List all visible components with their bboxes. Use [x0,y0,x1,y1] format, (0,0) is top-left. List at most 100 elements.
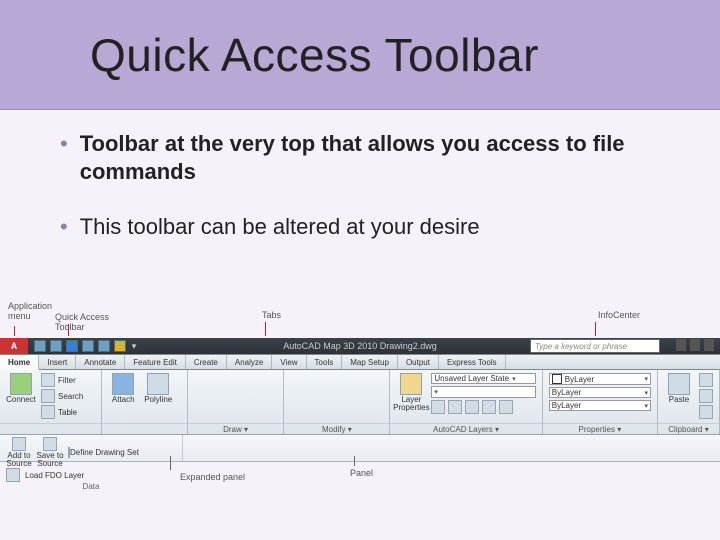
ribbon-expanded-row: Add to Source Save to Source Define Draw… [0,435,720,462]
tab-analyze[interactable]: Analyze [227,355,272,369]
tab-express-tools[interactable]: Express Tools [439,355,506,369]
chevron-down-icon: ▾ [645,375,649,383]
layer-icon[interactable] [482,400,496,414]
window-titlebar: A ▾ AutoCAD Map 3D 2010 Drawing2.dwg Typ… [0,338,720,354]
pointer-line [170,456,171,470]
pointer-line [68,324,69,336]
help-icon[interactable] [704,339,714,351]
tab-feature-edit[interactable]: Feature Edit [125,355,186,369]
layer-dropdown[interactable]: ▾ [431,386,535,398]
panel-modify: Modify ▾ [284,370,390,434]
label-panel: Panel [350,468,373,478]
copy-clip-icon[interactable] [699,389,713,403]
qat-dropdown-icon[interactable]: ▾ [130,340,138,352]
bullet-text-2: This toolbar can be altered at your desi… [80,213,480,241]
save-to-source-icon [43,437,57,451]
layer-state-dropdown[interactable]: Unsaved Layer State▾ [431,373,535,384]
layer-icon[interactable] [431,400,445,414]
polyline-icon [147,373,169,395]
ribbon-tabs: Home Insert Annotate Feature Edit Create… [0,354,720,370]
chevron-down-icon: ▾ [645,402,649,410]
pointer-line [265,322,266,336]
pointer-line [354,456,355,466]
table-button[interactable]: Table [41,405,83,419]
open-icon[interactable] [50,340,62,352]
label-expanded-panel: Expanded panel [180,472,245,482]
attach-icon [112,373,134,395]
chevron-down-icon: ▾ [434,388,438,396]
connect-icon [10,373,32,395]
callout-labels-top: Application menu Quick Access Toolbar Ta… [0,302,720,338]
title-band: Quick Access Toolbar [0,0,720,110]
quick-access-toolbar: ▾ [28,340,144,352]
application-menu-button[interactable]: A [0,338,28,354]
lineweight-dropdown[interactable]: ByLayer▾ [549,400,651,411]
add-to-source-icon [12,437,26,451]
layer-icon[interactable] [448,400,462,414]
panel-data-a: Connect Filter Search Table [0,370,102,434]
define-drawing-set-label: Define Drawing Set [70,448,139,457]
label-tabs: Tabs [262,310,281,320]
match-icon[interactable] [699,405,713,419]
save-icon[interactable] [66,340,78,352]
chevron-down-icon: ▾ [645,389,649,397]
tab-create[interactable]: Create [186,355,227,369]
layer-properties-button[interactable]: Layer Properties [396,373,426,412]
tab-home[interactable]: Home [0,355,39,370]
tab-insert[interactable]: Insert [39,355,76,369]
label-infocenter: InfoCenter [598,310,640,320]
plot-icon[interactable] [114,340,126,352]
label-app-menu: Application menu [8,302,52,322]
bullet-dot-icon: • [60,130,68,158]
attach-button[interactable]: Attach [108,373,138,404]
callout-labels-bottom: Panel Expanded panel [0,462,720,492]
cut-icon[interactable] [699,373,713,387]
tab-output[interactable]: Output [398,355,439,369]
tab-view[interactable]: View [272,355,306,369]
tab-map-setup[interactable]: Map Setup [342,355,398,369]
search-label: Search [58,392,83,401]
ribbon-body: Connect Filter Search Table Attach [0,370,720,435]
define-drawing-set-button[interactable]: Define Drawing Set [68,448,139,457]
redo-icon[interactable] [98,340,110,352]
paste-button[interactable]: Paste [664,373,694,404]
layer-properties-icon [400,373,422,395]
panel-modify-title[interactable]: Modify ▾ [284,423,389,434]
bullet-dot-icon: • [60,213,68,241]
panel-draw: Draw ▾ [188,370,285,434]
layer-icon[interactable] [465,400,479,414]
linetype-dropdown[interactable]: ByLayer▾ [549,387,651,398]
panel-properties-title[interactable]: Properties ▾ [543,423,657,434]
tab-tools[interactable]: Tools [307,355,343,369]
panel-data-b: Attach Polyline [102,370,188,434]
label-quick-access-toolbar: Quick Access Toolbar [55,312,109,332]
paste-icon [668,373,690,395]
connect-button[interactable]: Connect [6,373,36,404]
undo-icon[interactable] [82,340,94,352]
table-icon [41,405,55,419]
filter-label: Filter [58,376,76,385]
bullet-text-1: Toolbar at the very top that allows you … [80,130,670,185]
color-dropdown[interactable]: ByLayer▾ [549,373,651,385]
polyline-button[interactable]: Polyline [143,373,173,404]
panel-draw-title[interactable]: Draw ▾ [188,423,284,434]
search-input[interactable]: Type a keyword or phrase [530,339,660,353]
panel-clipboard-title[interactable]: Clipboard ▾ [658,423,719,434]
layer-icon[interactable] [499,400,513,414]
layer-properties-label: Layer Properties [393,396,429,412]
bullet-item: • Toolbar at the very top that allows yo… [60,130,670,185]
filter-button[interactable]: Filter [41,373,83,387]
sign-in-icon[interactable] [690,339,700,351]
search-button[interactable]: Search [41,389,83,403]
panel-title [102,423,187,434]
new-icon[interactable] [34,340,46,352]
table-label: Table [58,408,77,417]
panel-layers: Layer Properties Unsaved Layer State▾ ▾ [390,370,542,434]
infocenter-icons [676,339,714,351]
color-swatch-icon [552,374,562,384]
search-icon[interactable] [676,339,686,351]
color-value: ByLayer [565,375,642,384]
tab-annotate[interactable]: Annotate [76,355,125,369]
panel-title [0,423,101,434]
panel-layers-title[interactable]: AutoCAD Layers ▾ [390,423,541,434]
